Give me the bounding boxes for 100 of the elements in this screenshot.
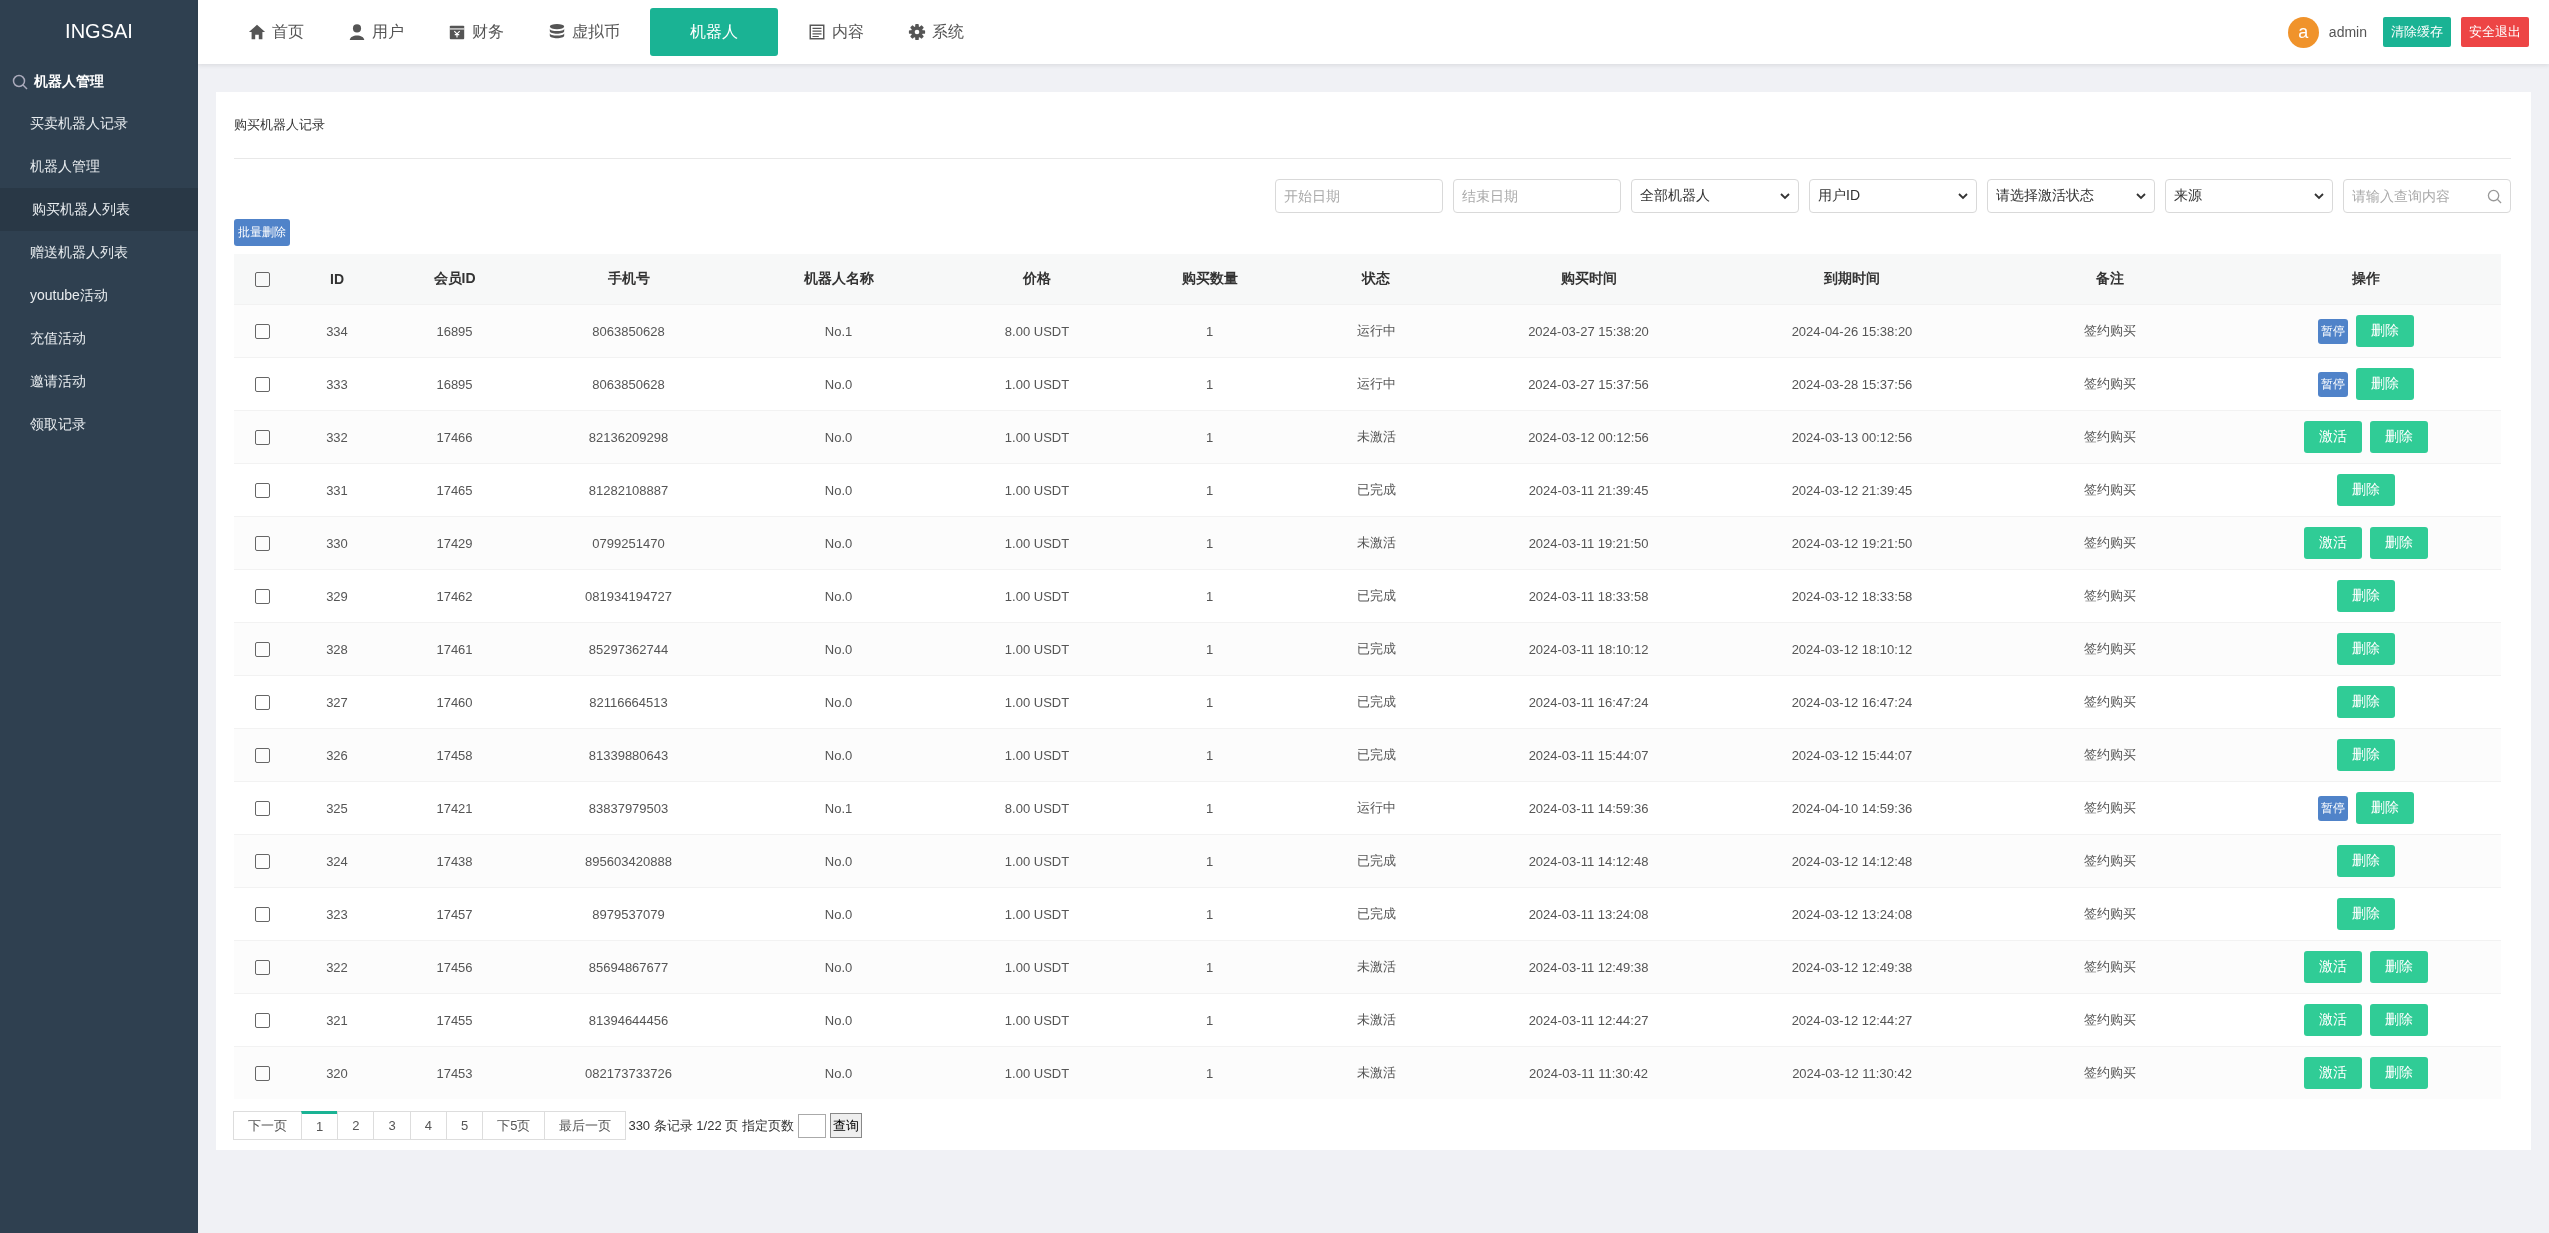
date-field[interactable]: 开始日期: [1275, 179, 1443, 213]
pause-button[interactable]: 暂停: [2318, 371, 2348, 397]
settings-icon: [908, 23, 926, 41]
sidebar-item[interactable]: 赠送机器人列表: [0, 231, 198, 274]
sidebar-item[interactable]: youtube活动: [0, 274, 198, 317]
table-cell: 2024-03-27 15:38:20: [1528, 323, 1649, 339]
table-cell: 2024-03-12 15:44:07: [1791, 747, 1913, 763]
checkbox[interactable]: [255, 272, 270, 288]
table-cell: 2024-03-27 15:37:56: [1528, 376, 1649, 392]
checkbox[interactable]: [255, 589, 270, 605]
checkbox[interactable]: [255, 1066, 270, 1082]
date-field[interactable]: 结束日期: [1453, 179, 1621, 213]
dropdown[interactable]: 来源: [2165, 179, 2333, 213]
nav-tab[interactable]: 内容: [786, 8, 886, 56]
table-cell: 签约购买: [2083, 588, 2136, 603]
table-cell: 324: [326, 853, 348, 869]
table-cell: 2024-03-12 18:10:12: [1791, 641, 1913, 657]
checkbox[interactable]: [255, 430, 270, 446]
table-cell: No.0: [824, 1012, 853, 1028]
table-cell: 2024-03-11 14:59:36: [1528, 800, 1649, 816]
table-cell: 85694867677: [588, 959, 669, 975]
table-cell: 1.00 USDT: [1004, 906, 1070, 922]
page-button[interactable]: 4: [409, 1111, 447, 1140]
table-cell: 已完成: [1356, 694, 1396, 709]
nav-tab[interactable]: 财务: [426, 8, 526, 56]
page-button[interactable]: 2: [337, 1111, 375, 1140]
nav-tab[interactable]: 系统: [886, 8, 986, 56]
nav-tab[interactable]: 首页: [226, 8, 326, 56]
table-cell: 2024-03-12 12:44:27: [1791, 1012, 1913, 1028]
pause-button[interactable]: 暂停: [2318, 318, 2348, 344]
table-cell: No.1: [824, 323, 853, 339]
sidebar-item[interactable]: 买卖机器人记录: [0, 102, 198, 145]
column-header: ID: [330, 271, 344, 287]
table-cell: 未激活: [1356, 1065, 1396, 1080]
checkbox[interactable]: [255, 748, 270, 764]
table-cell: 已完成: [1356, 853, 1396, 868]
table-cell: 2024-03-12 16:47:24: [1791, 694, 1913, 710]
table-cell: 329: [326, 588, 348, 604]
sidebar-item[interactable]: 机器人管理: [0, 145, 198, 188]
pagination-button[interactable]: 最后一页: [544, 1111, 627, 1140]
page-button[interactable]: 3: [373, 1111, 411, 1140]
table-cell: 895603420888: [585, 853, 672, 869]
dropdown[interactable]: 请选择激活状态: [1987, 179, 2155, 213]
table-cell: 1.00 USDT: [1004, 1065, 1070, 1081]
table-cell: 331: [326, 482, 348, 498]
table-cell: 签约购买: [2083, 641, 2136, 656]
nav-tab[interactable]: 用户: [326, 8, 426, 56]
page-button[interactable]: 1: [301, 1111, 339, 1140]
table-cell: 签约购买: [2083, 747, 2136, 762]
pause-button[interactable]: 暂停: [2318, 795, 2348, 821]
checkbox[interactable]: [255, 536, 270, 552]
checkbox[interactable]: [255, 642, 270, 658]
checkbox[interactable]: [255, 324, 270, 340]
sidebar-item[interactable]: 充值活动: [0, 317, 198, 360]
batch-delete-button[interactable]: 批量删除: [234, 219, 290, 246]
dropdown[interactable]: 全部机器人: [1631, 179, 1799, 213]
table-cell: No.0: [824, 747, 853, 763]
table-cell: 2024-03-12 12:49:38: [1791, 959, 1913, 975]
table-cell: 17421: [436, 800, 473, 816]
table-cell: 1.00 USDT: [1004, 482, 1070, 498]
table-cell: 1.00 USDT: [1004, 853, 1070, 869]
user-name: admin: [2328, 24, 2367, 40]
table-cell: 2024-03-11 13:24:08: [1528, 906, 1649, 922]
nav-tab[interactable]: 虚拟币: [526, 8, 642, 56]
pagination-button[interactable]: 下5页: [482, 1111, 546, 1140]
checkbox[interactable]: [255, 1013, 270, 1029]
table-cell: 330: [326, 535, 348, 551]
column-header: 价格: [1023, 270, 1051, 286]
pagination-button[interactable]: 下一页: [233, 1111, 302, 1140]
table-cell: 81339880643: [588, 747, 669, 763]
table-cell: 2024-03-11 19:21:50: [1528, 535, 1649, 551]
dropdown[interactable]: 用户ID: [1809, 179, 1977, 213]
chevron-icon: [1780, 192, 1790, 200]
go-button[interactable]: 查询: [829, 1113, 862, 1138]
checkbox[interactable]: [255, 801, 270, 817]
checkbox[interactable]: [255, 907, 270, 923]
page-number-field[interactable]: [797, 1113, 826, 1138]
table-cell: 2024-03-12 19:21:50: [1791, 535, 1913, 551]
table-cell: 2024-03-11 12:44:27: [1528, 1012, 1649, 1028]
logout-button[interactable]: 安全退出: [2461, 17, 2529, 47]
table-cell: 322: [326, 959, 348, 975]
table-cell: 签约购买: [2083, 376, 2136, 391]
checkbox[interactable]: [255, 483, 270, 499]
checkbox[interactable]: [255, 695, 270, 711]
table-cell: 未激活: [1356, 429, 1396, 444]
sidebar-item[interactable]: 购买机器人列表: [0, 188, 198, 231]
table-cell: 签约购买: [2083, 429, 2136, 444]
table-cell: 1.00 USDT: [1004, 588, 1070, 604]
search-icon: [12, 74, 28, 90]
checkbox[interactable]: [255, 854, 270, 870]
table-cell: 83837979503: [588, 800, 669, 816]
table-cell: 8.00 USDT: [1004, 323, 1070, 339]
table-cell: 1.00 USDT: [1004, 535, 1070, 551]
sidebar-item[interactable]: 领取记录: [0, 403, 198, 446]
search-field[interactable]: 请输入查询内容: [2343, 179, 2511, 213]
checkbox[interactable]: [255, 377, 270, 393]
sidebar-item[interactable]: 邀请活动: [0, 360, 198, 403]
page-button[interactable]: 5: [445, 1111, 484, 1140]
checkbox[interactable]: [255, 960, 270, 976]
column-header: 购买时间: [1560, 270, 1617, 286]
